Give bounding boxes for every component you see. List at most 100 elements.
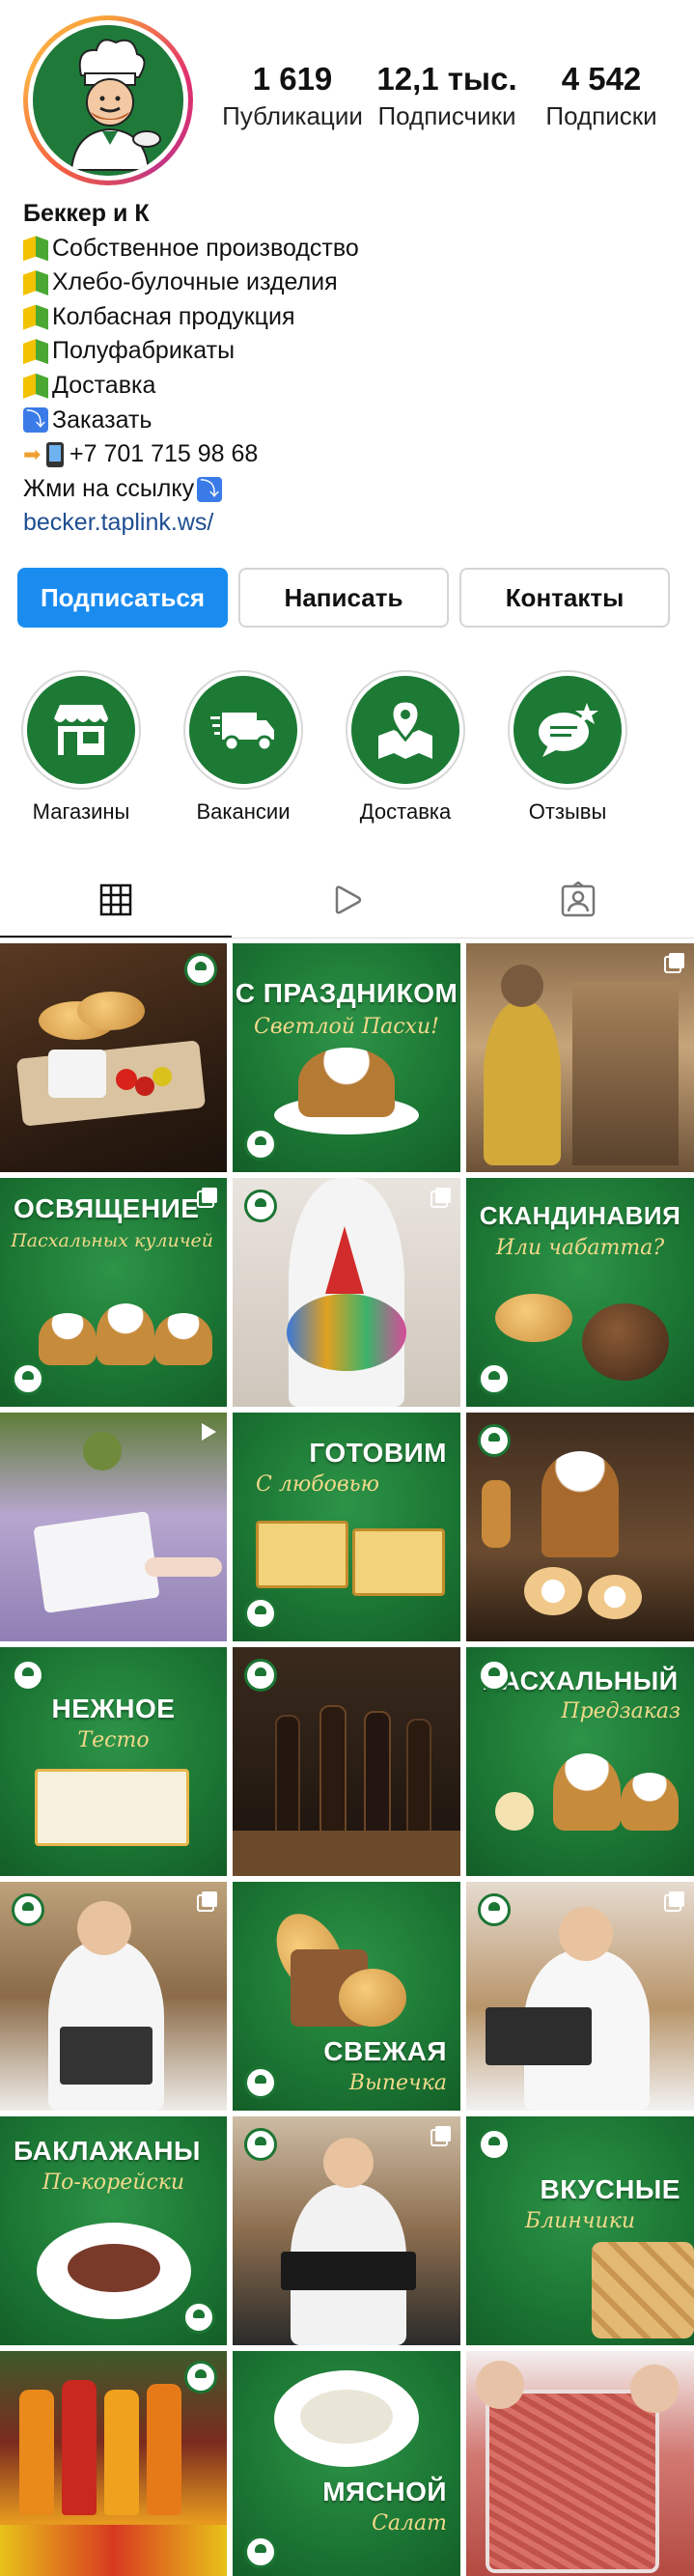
brand-badge-icon xyxy=(478,1362,511,1395)
post-subtitle: Светлой Пасхи! xyxy=(254,1015,439,1039)
brand-badge-icon xyxy=(478,2128,511,2161)
highlight-label: Доставка xyxy=(359,799,452,824)
post-tile[interactable] xyxy=(0,1413,227,1641)
video-play-icon xyxy=(202,1423,216,1441)
bio-line: Жми на ссылку ⤵ xyxy=(23,472,680,507)
carousel-icon xyxy=(197,1891,217,1912)
carousel-icon xyxy=(197,1188,217,1208)
avatar[interactable] xyxy=(23,15,193,185)
highlight-stores[interactable]: Магазины xyxy=(15,670,147,825)
brand-badge-icon xyxy=(244,1128,277,1161)
brand-badge-icon xyxy=(244,2535,277,2568)
post-title: ГОТОВИМ xyxy=(309,1438,447,1468)
arrow-down-icon: ⤵ xyxy=(23,407,48,434)
profile-name: Беккер и К xyxy=(23,200,150,227)
bio-text: Жми на ссылку xyxy=(23,474,195,502)
post-title: ВКУСНЫЕ xyxy=(540,2174,680,2204)
beginner-icon xyxy=(23,373,48,399)
following-count: 4 542 xyxy=(561,61,642,97)
post-title: СВЕЖАЯ xyxy=(323,2036,447,2066)
brand-badge-icon xyxy=(244,1190,277,1222)
posts-label: Публикации xyxy=(222,101,363,130)
following-stat[interactable]: 4 542 Подписки xyxy=(529,60,674,133)
post-title: МЯСНОЙ xyxy=(322,2477,447,2506)
beginner-icon xyxy=(23,269,48,295)
profile-link[interactable]: becker.taplink.ws/ xyxy=(23,506,680,541)
phone-icon xyxy=(46,441,64,467)
post-tile[interactable] xyxy=(0,943,227,1172)
post-subtitle: Или чабатта? xyxy=(495,1236,665,1260)
brand-badge-icon xyxy=(244,1659,277,1692)
followers-label: Подписчики xyxy=(377,101,516,130)
tagged-icon xyxy=(561,882,596,917)
post-tile[interactable] xyxy=(466,943,694,1172)
post-tile[interactable]: СКАНДИНАВИЯ Или чабатта? xyxy=(466,1178,694,1407)
post-tile[interactable] xyxy=(0,1882,227,2111)
brand-badge-icon xyxy=(478,1424,511,1457)
posts-stat[interactable]: 1 619 Публикации xyxy=(220,60,365,133)
bio-phone[interactable]: +7 701 715 98 68 xyxy=(69,437,258,472)
bio-line: ⤵ Заказать xyxy=(23,404,680,438)
store-icon xyxy=(27,676,135,784)
bio-line: Доставка xyxy=(23,369,680,404)
brand-badge-icon xyxy=(478,1893,511,1926)
post-subtitle: Тесто xyxy=(77,1728,150,1752)
post-tile[interactable]: С ПРАЗДНИКОМ Светлой Пасхи! xyxy=(233,943,460,1172)
post-tile[interactable] xyxy=(233,1178,460,1407)
post-tile[interactable] xyxy=(233,1647,460,1876)
post-tile[interactable]: ПАСХАЛЬНЫЙ Предзаказ xyxy=(466,1647,694,1876)
brand-badge-icon xyxy=(12,1362,44,1395)
brand-badge-icon xyxy=(244,2128,277,2161)
tab-tagged[interactable] xyxy=(462,861,694,938)
carousel-icon xyxy=(664,1891,684,1912)
bio-line: Полуфабрикаты xyxy=(23,334,680,369)
post-tile[interactable]: МЯСНОЙ Салат xyxy=(233,2351,460,2576)
bio-line: ➡ +7 701 715 98 68 xyxy=(23,437,680,472)
brand-badge-icon xyxy=(244,2066,277,2099)
brand-badge-icon xyxy=(12,1893,44,1926)
brand-badge-icon xyxy=(182,2301,215,2334)
carousel-icon xyxy=(430,1188,451,1208)
map-pin-icon xyxy=(351,676,459,784)
profile-actions: Подписаться Написать Контакты xyxy=(17,568,670,628)
beginner-icon xyxy=(23,236,48,262)
post-subtitle: Пасхальных куличей xyxy=(11,1230,213,1251)
post-tile[interactable]: СВЕЖАЯ Выпечка xyxy=(233,1882,460,2111)
post-tile[interactable]: НЕЖНОЕ Тесто xyxy=(0,1647,227,1876)
contacts-button[interactable]: Контакты xyxy=(459,568,670,628)
bio-text: Заказать xyxy=(52,406,153,434)
message-button[interactable]: Написать xyxy=(238,568,449,628)
post-subtitle: Блинчики xyxy=(525,2209,635,2233)
brand-badge-icon xyxy=(184,2361,217,2394)
bio-text: Доставка xyxy=(52,371,156,399)
post-subtitle: С любовью xyxy=(256,1472,380,1497)
post-tile[interactable] xyxy=(233,2116,460,2345)
highlight-delivery[interactable]: Доставка xyxy=(340,670,471,825)
post-tile[interactable]: БАКЛАЖАНЫ По-корейски xyxy=(0,2116,227,2345)
bio-text: Полуфабрикаты xyxy=(52,337,236,365)
profile-bio: Беккер и К Собственное производство Хлеб… xyxy=(23,197,680,541)
highlight-vacancies[interactable]: Вакансии xyxy=(178,670,309,825)
followers-count: 12,1 тыс. xyxy=(376,61,517,97)
profile-tabs xyxy=(0,861,694,938)
post-title: С ПРАЗДНИКОМ xyxy=(235,978,458,1008)
post-tile[interactable]: ВКУСНЫЕ Блинчики xyxy=(466,2116,694,2345)
brand-badge-icon xyxy=(12,1659,44,1692)
bio-line: Собственное производство xyxy=(23,232,680,266)
follow-button[interactable]: Подписаться xyxy=(17,568,228,628)
chef-logo-icon xyxy=(33,25,183,176)
profile-stats: 1 619 Публикации 12,1 тыс. Подписчики 4 … xyxy=(220,60,674,133)
tab-posts[interactable] xyxy=(0,861,232,938)
post-tile[interactable] xyxy=(466,2351,694,2576)
post-tile[interactable]: ГОТОВИМ С любовью xyxy=(233,1413,460,1641)
pointing-right-icon: ➡ xyxy=(23,441,42,466)
post-tile[interactable]: ОСВЯЩЕНИЕ Пасхальных куличей xyxy=(0,1178,227,1407)
tab-reels[interactable] xyxy=(232,861,463,938)
highlight-reviews[interactable]: Отзывы xyxy=(502,670,633,825)
post-subtitle: По-корейски xyxy=(42,2170,185,2195)
post-title: ОСВЯЩЕНИЕ xyxy=(14,1193,200,1223)
post-tile[interactable] xyxy=(0,2351,227,2576)
post-tile[interactable] xyxy=(466,1882,694,2111)
followers-stat[interactable]: 12,1 тыс. Подписчики xyxy=(375,60,519,133)
post-tile[interactable] xyxy=(466,1413,694,1641)
